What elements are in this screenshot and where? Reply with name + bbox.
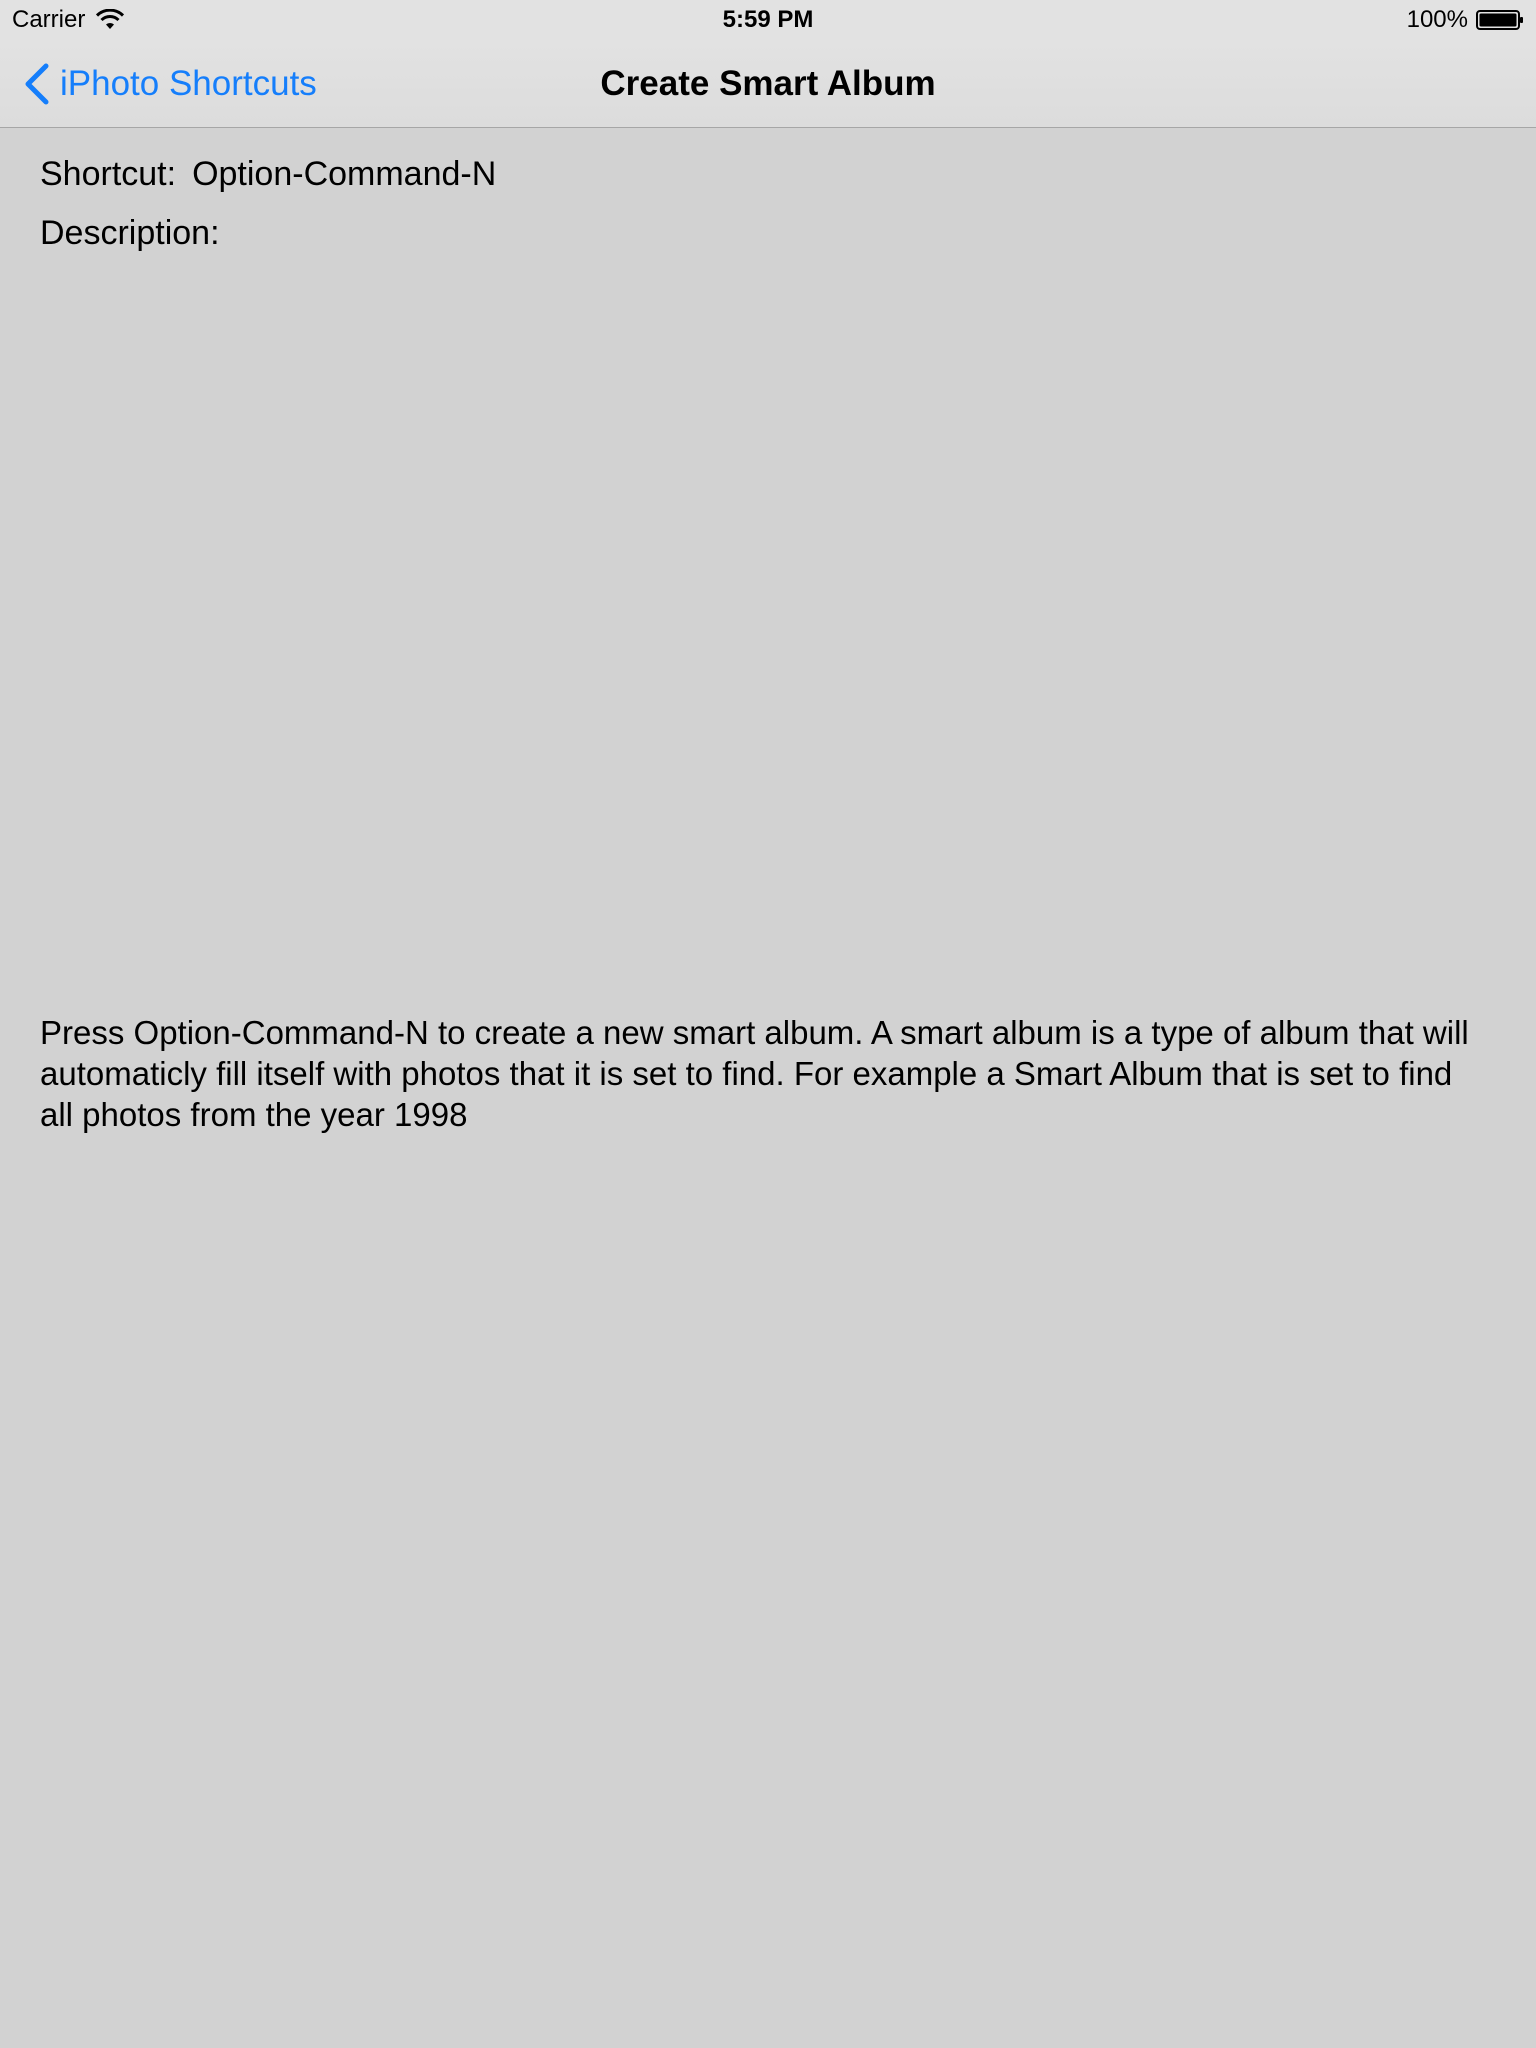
status-time: 5:59 PM [722,6,814,33]
page-title: Create Smart Album [600,64,936,103]
status-bar: Carrier 5:59 PM 100% [0,0,1536,40]
battery-icon [1476,10,1523,30]
shortcut-value: Option-Command-N [192,155,497,193]
shortcut-label: Shortcut: [40,155,177,193]
status-right: 100% [1407,6,1524,34]
battery-percent: 100% [1406,6,1468,33]
description-text: Press Option-Command-N to create a new s… [40,1014,1469,1133]
description-label: Description: [40,214,220,252]
navigation-bar: iPhoto Shortcuts Create Smart Album [0,40,1536,128]
shortcut-row: Shortcut: Option-Command-N [40,155,1480,194]
